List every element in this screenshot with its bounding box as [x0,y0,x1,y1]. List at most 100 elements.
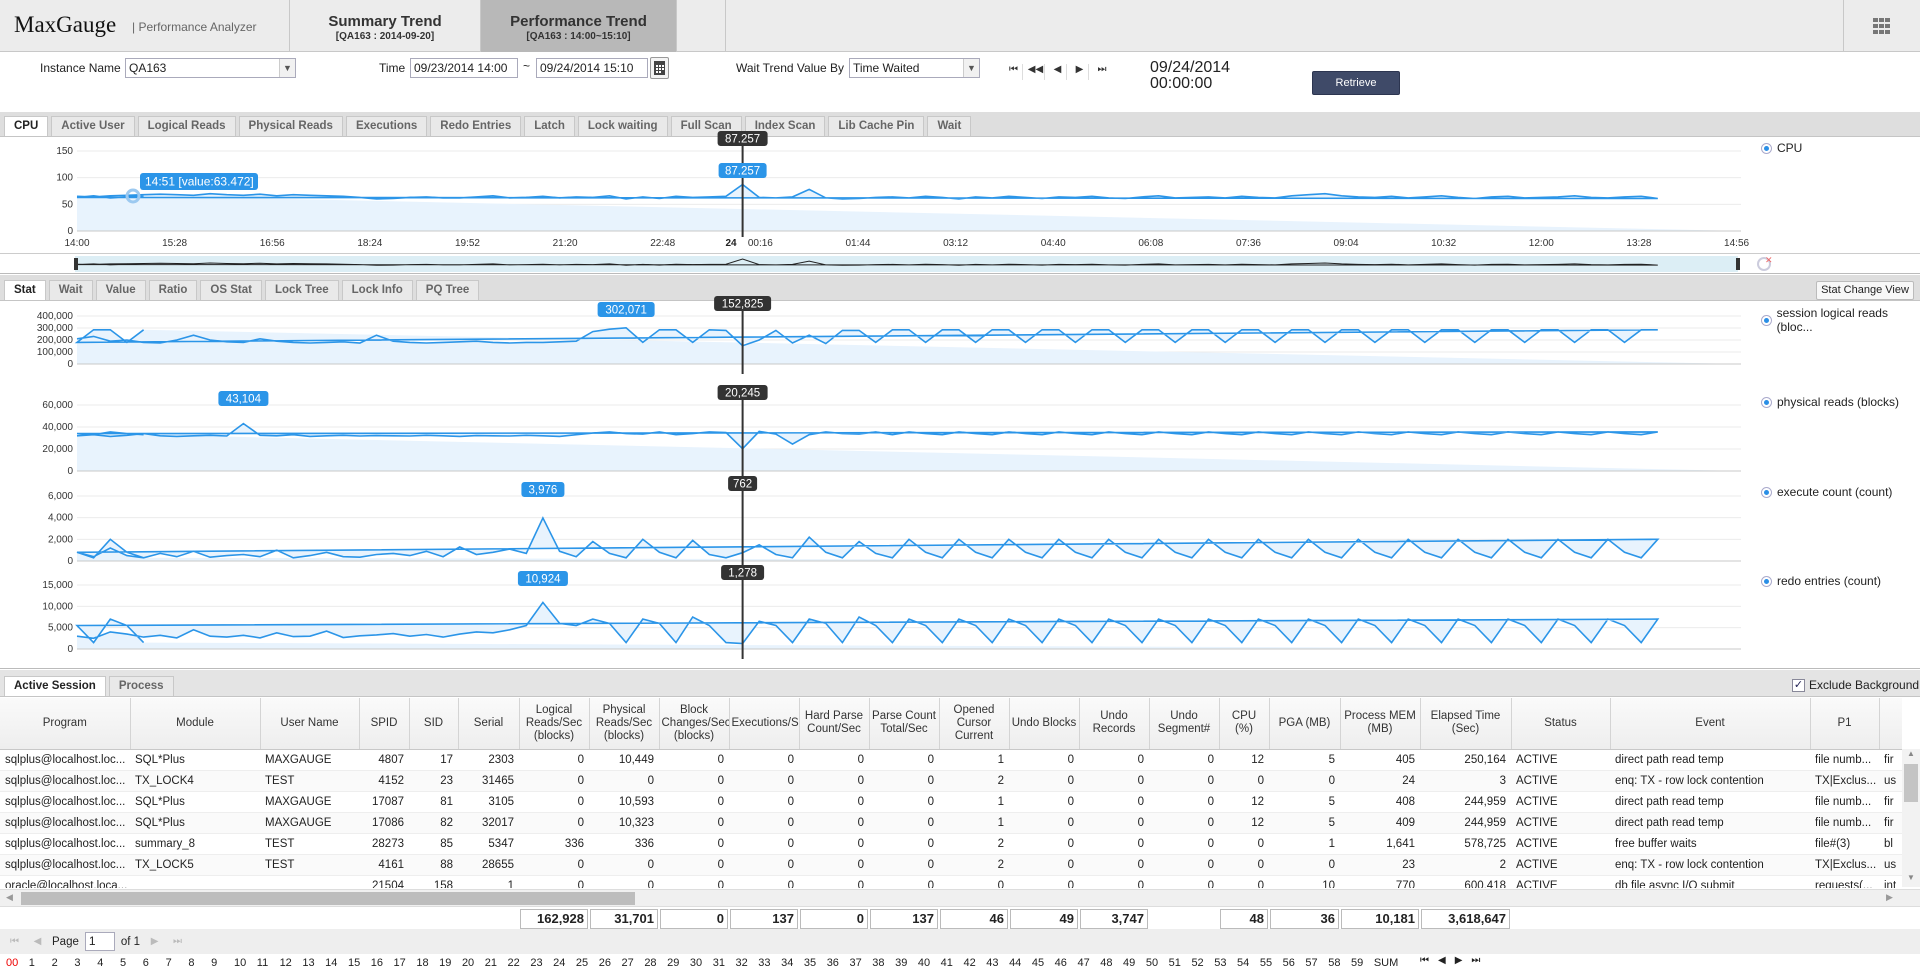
wait-trend-select[interactable]: Time Waited ▼ [849,58,980,78]
hour-item[interactable]: 18 [416,957,439,969]
hour-item[interactable]: 00 [6,957,29,969]
hour-item[interactable]: 13 [302,957,325,969]
table-row[interactable]: sqlplus@localhost.loc... TX_LOCK4 TEST 4152… [0,770,1902,792]
hour-item[interactable]: 7 [166,957,189,969]
time-to-input[interactable]: 09/24/2014 15:10 [536,58,648,78]
legend-logical-reads[interactable]: session logical reads (bloc... [1761,306,1920,334]
column-header[interactable]: Status [1511,698,1611,750]
hour-item[interactable]: 33 [758,957,781,969]
column-header[interactable]: SID [409,698,459,750]
column-header[interactable]: Undo Records [1079,698,1150,750]
column-header[interactable]: Executions/Sec [729,698,800,750]
tab-empty[interactable] [676,0,726,52]
hour-item[interactable]: 44 [1009,957,1032,969]
splitter[interactable] [0,668,1920,669]
tab-performance-trend[interactable]: Performance Trend [QA163 : 14:00~15:10] [480,0,676,52]
hour-item[interactable]: 51 [1169,957,1192,969]
hour-item[interactable]: 17 [394,957,417,969]
column-header[interactable]: Parse Count Total/Sec [869,698,940,750]
hour-item[interactable]: 59 [1351,957,1374,969]
stat-tab-os-stat[interactable]: OS Stat [200,280,262,300]
legend-execute-count[interactable]: execute count (count) [1761,485,1892,499]
hour-item[interactable]: 3 [74,957,97,969]
hour-item[interactable]: 48 [1100,957,1123,969]
hour-item[interactable]: 16 [371,957,394,969]
tab-cpu[interactable]: CPU [4,116,49,136]
hour-item[interactable]: 53 [1214,957,1237,969]
hour-item[interactable]: 24 [553,957,576,969]
legend-cpu[interactable]: CPU [1761,141,1802,155]
session-tab-active-session[interactable]: Active Session [4,676,106,696]
apps-grid-button[interactable] [1843,0,1920,52]
time-from-input[interactable]: 09/23/2014 14:00 [410,58,518,78]
retrieve-button[interactable]: Retrieve [1312,71,1400,95]
tab-lock-waiting[interactable]: Lock waiting [577,116,668,136]
hour-item[interactable]: 35 [804,957,827,969]
hour-item[interactable]: 2 [52,957,75,969]
hour-item[interactable]: 21 [485,957,508,969]
hour-item[interactable]: 42 [963,957,986,969]
column-header[interactable]: Opened Cursor Current [939,698,1010,750]
column-header[interactable]: Event [1610,698,1811,750]
hour-item[interactable]: 5 [120,957,143,969]
hour-item[interactable]: 55 [1260,957,1283,969]
stat-tab-pq-tree[interactable]: PQ Tree [415,280,480,300]
hour-item[interactable]: 22 [508,957,531,969]
column-header[interactable]: Elapsed Time (Sec) [1420,698,1512,750]
hour-item[interactable]: SUM [1374,957,1398,969]
scrollbar-thumb[interactable] [1904,764,1918,802]
zoom-reset-icon[interactable]: ✕ [1757,255,1773,271]
hour-item[interactable]: 52 [1191,957,1214,969]
stat-tab-lock-tree[interactable]: Lock Tree [264,280,339,300]
column-header[interactable]: Undo Segment# [1149,698,1220,750]
scroll-down-icon[interactable]: ▼ [1907,873,1915,882]
hour-item[interactable]: 23 [530,957,553,969]
session-tab-process[interactable]: Process [108,676,174,696]
prev-page-button[interactable]: ◀◀ [1027,64,1045,80]
next-page-icon[interactable]: ▶ [146,932,163,951]
hour-item[interactable]: 20 [462,957,485,969]
hour-item[interactable]: 32 [736,957,759,969]
tab-latch[interactable]: Latch [524,116,575,136]
scroll-right-icon[interactable]: ▶ [1886,892,1893,903]
column-header[interactable]: Physical Reads/Sec (blocks) [589,698,660,750]
column-header[interactable]: Undo Blocks [1009,698,1080,750]
page-input[interactable]: 1 [84,932,115,951]
column-header[interactable]: Program [0,698,131,750]
table-row[interactable]: sqlplus@localhost.loc... SQL*Plus MAXGAUGE… [0,812,1902,834]
tab-full-scan[interactable]: Full Scan [670,116,742,136]
hour-item[interactable]: 12 [280,957,303,969]
scroll-up-icon[interactable]: ▲ [1902,749,1920,758]
hour-item[interactable]: 9 [211,957,234,969]
hour-item[interactable]: 25 [576,957,599,969]
hour-item[interactable]: 47 [1077,957,1100,969]
hour-item[interactable]: 41 [941,957,964,969]
scroll-left-icon[interactable]: ◀ [6,892,13,903]
column-header[interactable]: Hard Parse Count/Sec [799,698,870,750]
hour-item[interactable]: 10 [234,957,257,969]
hour-item[interactable]: 56 [1283,957,1306,969]
hour-item[interactable]: 36 [827,957,850,969]
tab-wait[interactable]: Wait [927,116,972,136]
prev-page-icon[interactable]: ◀ [29,932,46,951]
column-header[interactable]: Module [130,698,261,750]
tab-lib-cache-pin[interactable]: Lib Cache Pin [828,116,925,136]
column-header[interactable]: P1 [1810,698,1880,750]
hour-item[interactable]: 49 [1123,957,1146,969]
horizontal-scrollbar[interactable]: ◀ ▶ [0,889,1920,906]
column-header[interactable]: User Name [260,698,360,750]
navigator-selection[interactable] [75,256,1738,272]
stat-tab-stat[interactable]: Stat [4,280,46,300]
hour-item[interactable]: 54 [1237,957,1260,969]
hour-item[interactable]: 1 [29,957,52,969]
exclude-background-checkbox[interactable]: ✓ Exclude Background [1792,678,1919,692]
last-hour-icon[interactable]: ⏭ [1471,955,1480,966]
next-hour-icon[interactable]: ▶ [1455,955,1463,966]
hour-item[interactable]: 14 [325,957,348,969]
hour-item[interactable]: 34 [781,957,804,969]
tab-physical-reads[interactable]: Physical Reads [238,116,343,136]
stat-tab-lock-info[interactable]: Lock Info [341,280,413,300]
hour-item[interactable]: 46 [1055,957,1078,969]
hour-item[interactable]: 58 [1328,957,1351,969]
column-header[interactable]: CPU (%) [1219,698,1270,750]
